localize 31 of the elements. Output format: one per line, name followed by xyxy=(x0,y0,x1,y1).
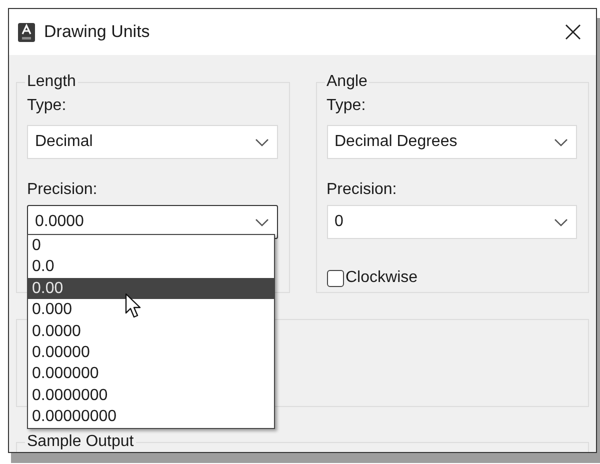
dropdown-value: Decimal Degrees xyxy=(334,133,458,151)
dropdown-option[interactable]: 0.00000 xyxy=(28,342,274,364)
chevron-down-icon xyxy=(554,218,568,226)
dropdown-option[interactable]: 0.0000000 xyxy=(28,384,274,406)
chevron-down-icon xyxy=(254,218,268,226)
dropdown-option[interactable]: 0.00 xyxy=(28,278,274,300)
dropdown-field[interactable]: Decimal xyxy=(27,125,278,159)
dropdown-value: 0.0000 xyxy=(35,213,84,231)
dropdown-option[interactable]: 0.00000000 xyxy=(28,406,274,428)
dropdown-value: 0 xyxy=(334,213,344,231)
checkbox-label: Clockwise xyxy=(346,269,418,287)
group-title: Angle xyxy=(326,73,368,91)
precision-label: Precision: xyxy=(326,181,398,199)
dropdown-option[interactable]: 0.000000 xyxy=(28,363,274,385)
group-title: Sample Output xyxy=(26,433,135,451)
dropdown-option[interactable]: 0.0 xyxy=(28,256,274,278)
type-label: Type: xyxy=(326,97,367,115)
type-label: Type: xyxy=(27,97,68,115)
dropdown-option[interactable]: 0.000 xyxy=(28,299,274,321)
group-title: Length xyxy=(26,73,77,91)
chevron-down-icon xyxy=(554,138,568,146)
window-title: Drawing Units xyxy=(44,22,151,42)
close-icon xyxy=(565,24,581,40)
dropdown-option[interactable]: 0.0000 xyxy=(28,320,274,342)
precision-label: Precision: xyxy=(27,181,98,199)
chevron-down-icon xyxy=(254,138,268,146)
dropdown-field[interactable]: Decimal Degrees xyxy=(326,125,577,159)
checkbox[interactable] xyxy=(326,270,344,286)
dropdown-field[interactable]: 0 xyxy=(326,205,577,239)
app-logo-icon xyxy=(18,22,35,42)
dropdown-value: Decimal xyxy=(35,133,93,151)
